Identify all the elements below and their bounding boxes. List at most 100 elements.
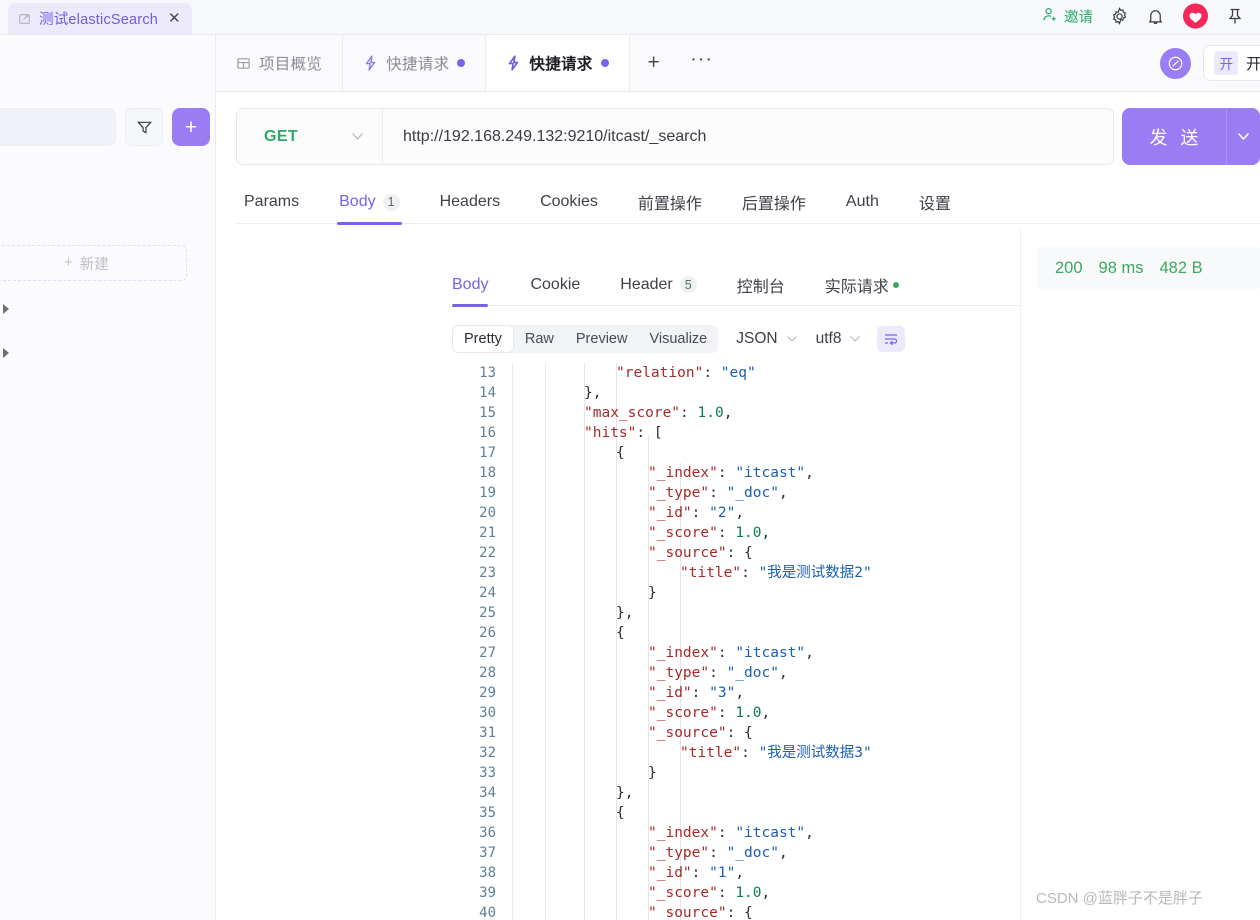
send-button[interactable]: 发 送 <box>1122 108 1260 165</box>
code-line-text: "_source": { <box>648 903 753 920</box>
code-line-number: 38 <box>452 863 496 883</box>
bell-icon[interactable] <box>1146 7 1165 26</box>
send-options-chevron-down-icon[interactable] <box>1226 108 1260 165</box>
user-plus-icon <box>1042 6 1059 27</box>
code-line-number: 17 <box>452 443 496 463</box>
tab-quick-request-1[interactable]: 快捷请求 <box>343 35 486 91</box>
request-tab-strip: 项目概览 快捷请求 快捷请求 + <box>216 35 1260 92</box>
window-titlebar: 测试elasticSearch ✕ 邀请 <box>0 0 1260 35</box>
encoding-selector[interactable]: utf8 <box>816 330 862 348</box>
pin-icon[interactable] <box>1226 7 1244 26</box>
tab-more-button[interactable]: ··· <box>678 35 726 91</box>
code-line-text: "_index": "itcast", <box>648 823 814 843</box>
code-line-text: "_type": "_doc", <box>648 483 788 503</box>
code-line-number: 39 <box>452 883 496 903</box>
tab-response-header[interactable]: Header 5 <box>600 264 716 306</box>
tab-settings[interactable]: 设置 <box>899 181 971 224</box>
tab-console[interactable]: 控制台 <box>717 264 805 306</box>
code-line-text: "_source": { <box>648 723 753 743</box>
watermark: CSDN @蓝胖子不是胖子 <box>1036 887 1203 908</box>
code-line-text: "_source": { <box>648 543 753 563</box>
url-input[interactable] <box>383 109 1113 164</box>
tab-response-body[interactable]: Body <box>452 264 510 306</box>
window-tab-elasticsearch[interactable]: 测试elasticSearch ✕ <box>8 3 192 34</box>
status-badge: 200 98 ms 482 B <box>1037 246 1260 290</box>
environment-selector[interactable]: 开 开发 <box>1203 45 1260 81</box>
status-size: 482 B <box>1159 259 1202 278</box>
chevron-down-icon <box>351 132 364 141</box>
sidebar-search-input[interactable] <box>0 108 116 146</box>
tab-quick-request-2[interactable]: 快捷请求 <box>486 35 629 91</box>
view-mode-pretty[interactable]: Pretty <box>452 325 514 353</box>
code-line-text: } <box>648 583 657 603</box>
tab-cookies[interactable]: Cookies <box>520 181 618 224</box>
wrap-text-icon[interactable] <box>877 326 905 352</box>
invite-button[interactable]: 邀请 <box>1042 6 1093 27</box>
method-selector[interactable]: GET <box>237 109 383 164</box>
code-line-number: 31 <box>452 723 496 743</box>
tab-label: Params <box>244 193 299 211</box>
code-line-number: 15 <box>452 403 496 423</box>
code-line-number: 30 <box>452 703 496 723</box>
code-line-number: 37 <box>452 843 496 863</box>
close-icon[interactable]: ✕ <box>168 11 181 26</box>
tab-pre-operation[interactable]: 前置操作 <box>618 181 722 224</box>
filter-icon[interactable] <box>125 108 163 146</box>
code-line-number: 18 <box>452 463 496 483</box>
code-line-text: } <box>648 763 657 783</box>
tab-label: 快捷请求 <box>529 52 592 74</box>
tab-label: Auth <box>846 193 879 211</box>
code-line-text: "_id": "2", <box>648 503 744 523</box>
tab-label: 实际请求 <box>825 273 889 297</box>
code-line-text: }, <box>616 603 633 623</box>
code-line-text: "_type": "_doc", <box>648 843 788 863</box>
code-line-text: "max_score": 1.0, <box>584 403 732 423</box>
view-mode-segmented: Pretty Raw Preview Visualize <box>452 325 718 353</box>
code-line-number: 23 <box>452 563 496 583</box>
code-line-number: 29 <box>452 683 496 703</box>
code-line-number: 25 <box>452 603 496 623</box>
tab-label: Body <box>452 276 488 294</box>
tab-headers[interactable]: Headers <box>420 181 520 224</box>
tab-label: Body <box>339 193 375 211</box>
chevron-right-icon[interactable] <box>2 303 11 315</box>
bolt-icon <box>506 55 521 71</box>
tab-actual-request[interactable]: 实际请求 <box>805 264 919 306</box>
tab-label: 后置操作 <box>742 190 806 214</box>
tab-auth[interactable]: Auth <box>826 181 899 224</box>
gear-icon[interactable] <box>1110 7 1129 26</box>
chevron-down-icon <box>786 335 798 343</box>
actual-request-dot <box>893 282 899 288</box>
heart-icon[interactable] <box>1182 3 1209 29</box>
code-line-number: 33 <box>452 763 496 783</box>
code-line-text: "_type": "_doc", <box>648 663 788 683</box>
tab-project-overview[interactable]: 项目概览 <box>216 35 343 91</box>
external-window-icon <box>18 12 32 26</box>
code-line-text: { <box>616 803 625 823</box>
tab-response-cookie[interactable]: Cookie <box>510 264 600 306</box>
code-line-number: 24 <box>452 583 496 603</box>
code-line-text: }, <box>584 383 601 403</box>
tab-body[interactable]: Body 1 <box>319 181 419 224</box>
code-line-number: 20 <box>452 503 496 523</box>
sidebar-add-button[interactable]: + <box>172 108 210 146</box>
code-line-number: 22 <box>452 543 496 563</box>
view-mode-raw[interactable]: Raw <box>514 325 565 353</box>
send-label: 发 送 <box>1122 124 1226 150</box>
code-line-number: 21 <box>452 523 496 543</box>
unsaved-dot <box>601 59 609 67</box>
window-actions: 邀请 <box>1042 3 1260 34</box>
environment-name: 开发 <box>1246 52 1260 74</box>
add-tab-button[interactable]: + <box>630 35 678 91</box>
environment-status-icon[interactable] <box>1160 48 1191 79</box>
view-mode-preview[interactable]: Preview <box>565 325 639 353</box>
chevron-right-icon[interactable] <box>2 347 11 359</box>
format-selector[interactable]: JSON <box>736 330 797 348</box>
tab-params[interactable]: Params <box>236 181 319 224</box>
tab-post-operation[interactable]: 后置操作 <box>722 181 826 224</box>
sidebar-new-button[interactable]: + 新建 <box>0 245 187 281</box>
layout-icon <box>236 56 251 71</box>
app-root: 测试elasticSearch ✕ 邀请 <box>0 0 1260 920</box>
view-mode-visualize[interactable]: Visualize <box>638 325 718 353</box>
code-line-number: 27 <box>452 643 496 663</box>
